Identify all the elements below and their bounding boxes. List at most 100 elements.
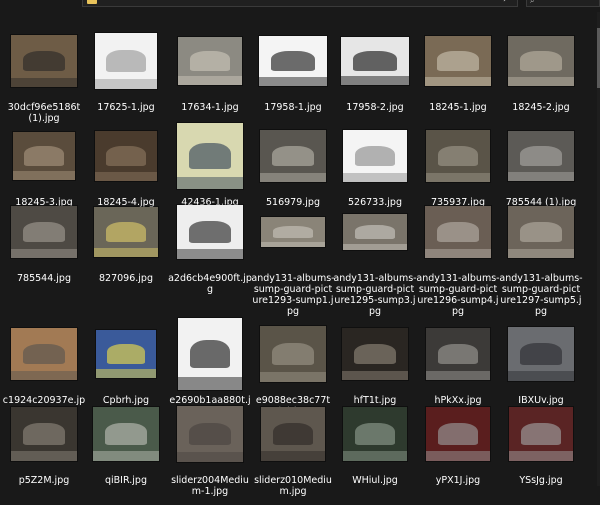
file-name: yPX1J.jpg [435, 475, 481, 486]
image-thumbnail[interactable] [341, 37, 409, 85]
thumbnail-area [170, 22, 250, 100]
thumbnail-area [253, 193, 333, 271]
file-name: 17625-1.jpg [97, 102, 155, 113]
file-name: p5Z2M.jpg [18, 475, 70, 486]
thumbnail-shade [95, 78, 157, 89]
image-thumbnail[interactable] [509, 407, 573, 461]
image-thumbnail[interactable] [343, 407, 407, 461]
image-thumbnail[interactable] [11, 35, 77, 87]
file-item[interactable]: andy131-albums-sump-guard-picture1297-su… [499, 193, 583, 317]
image-thumbnail[interactable] [177, 406, 243, 462]
thumbnail-subject [519, 146, 563, 166]
image-thumbnail[interactable] [508, 327, 574, 381]
file-item[interactable]: andy131-albums-sump-guard-picture1293-su… [251, 193, 335, 317]
file-item[interactable]: sliderz004Medium-1.jpg [170, 395, 250, 505]
file-item[interactable]: qiBIR.jpg [86, 395, 166, 505]
thumbnail-area [335, 395, 415, 473]
file-item[interactable]: andy131-albums-sump-guard-picture1295-su… [333, 193, 417, 317]
thumbnail-shade [425, 77, 491, 86]
image-thumbnail[interactable] [426, 407, 490, 461]
thumbnail-subject [189, 339, 231, 369]
image-thumbnail[interactable] [261, 217, 325, 247]
thumbnail-shade [261, 451, 325, 461]
image-thumbnail[interactable] [11, 328, 77, 380]
thumbnail-shade [177, 249, 243, 259]
thumbnail-shade [509, 451, 573, 461]
thumbnail-subject [353, 51, 397, 71]
image-thumbnail[interactable] [343, 214, 407, 250]
file-item[interactable]: WHiul.jpg [335, 395, 415, 505]
thumbnail-area [253, 395, 333, 473]
thumbnail-area [501, 315, 581, 393]
thumbnail-area [4, 193, 84, 271]
image-thumbnail[interactable] [178, 318, 242, 390]
thumbnail-area [4, 395, 84, 473]
file-item[interactable]: 827096.jpg [86, 193, 166, 303]
file-item[interactable]: a2d6cb4e900ft.jpg [168, 193, 252, 303]
file-item[interactable]: 18245-1.jpg [418, 22, 498, 132]
thumbnail-shade [508, 248, 574, 258]
file-item[interactable]: 17958-1.jpg [253, 22, 333, 132]
thumbnail-subject [104, 423, 148, 445]
thumbnail-shade [342, 370, 408, 380]
image-thumbnail[interactable] [11, 206, 77, 258]
thumbnail-shade [11, 248, 77, 258]
thumbnail-subject [354, 145, 396, 167]
file-item[interactable]: 30dcf96e5186t(1).jpg [4, 22, 84, 132]
thumbnail-shade [11, 451, 77, 461]
thumbnail-area [4, 117, 84, 195]
image-thumbnail[interactable] [261, 407, 325, 461]
file-item[interactable]: 785544.jpg [4, 193, 84, 303]
thumbnail-subject [437, 145, 479, 167]
file-item[interactable]: 17634-1.jpg [170, 22, 250, 132]
image-thumbnail[interactable] [178, 37, 242, 85]
image-thumbnail[interactable] [260, 130, 326, 182]
thumbnail-shade [260, 172, 326, 182]
file-item[interactable]: yPX1J.jpg [418, 395, 498, 505]
thumbnail-area [418, 315, 498, 393]
image-thumbnail[interactable] [177, 205, 243, 259]
image-thumbnail[interactable] [508, 206, 574, 258]
thumbnail-area [86, 315, 166, 393]
file-item[interactable]: sliderz010Medium.jpg [253, 395, 333, 505]
image-thumbnail[interactable] [11, 407, 77, 461]
image-thumbnail[interactable] [508, 131, 574, 181]
image-thumbnail[interactable] [426, 328, 490, 380]
thumbnail-subject [106, 49, 146, 73]
image-thumbnail[interactable] [342, 328, 408, 380]
image-thumbnail[interactable] [94, 207, 158, 257]
thumbnail-shade [178, 76, 242, 85]
thumbnail-area [170, 315, 250, 393]
image-thumbnail[interactable] [96, 330, 156, 378]
image-thumbnail[interactable] [508, 36, 574, 86]
image-thumbnail[interactable] [425, 36, 491, 86]
file-item[interactable]: 18245-2.jpg [501, 22, 581, 132]
image-thumbnail[interactable] [343, 130, 407, 182]
image-thumbnail[interactable] [95, 33, 157, 89]
image-thumbnail[interactable] [259, 36, 327, 86]
thumbnail-subject [106, 344, 146, 364]
image-thumbnail[interactable] [13, 132, 75, 180]
thumbnail-area [501, 193, 581, 271]
image-thumbnail[interactable] [425, 206, 491, 258]
thumbnail-subject [24, 146, 64, 166]
file-item[interactable]: YSsJg.jpg [501, 395, 581, 505]
thumbnail-subject [519, 51, 563, 71]
image-thumbnail[interactable] [95, 131, 157, 181]
thumbnail-subject [272, 226, 314, 238]
image-thumbnail[interactable] [260, 326, 326, 382]
file-item[interactable]: p5Z2M.jpg [4, 395, 84, 505]
thumbnail-subject [188, 142, 232, 170]
file-item[interactable]: 17625-1.jpg [86, 22, 166, 132]
thumbnail-subject [271, 342, 315, 366]
thumbnail-subject [353, 343, 397, 365]
thumbnail-shade [96, 369, 156, 378]
thumbnail-area [501, 395, 581, 473]
file-item[interactable]: andy131-albums-sump-guard-picture1296-su… [416, 193, 500, 317]
thumbnail-shade [261, 241, 325, 247]
thumbnail-area [86, 22, 166, 100]
image-thumbnail[interactable] [426, 130, 490, 182]
image-thumbnail[interactable] [177, 123, 243, 189]
file-item[interactable]: 17958-2.jpg [335, 22, 415, 132]
image-thumbnail[interactable] [93, 407, 159, 461]
